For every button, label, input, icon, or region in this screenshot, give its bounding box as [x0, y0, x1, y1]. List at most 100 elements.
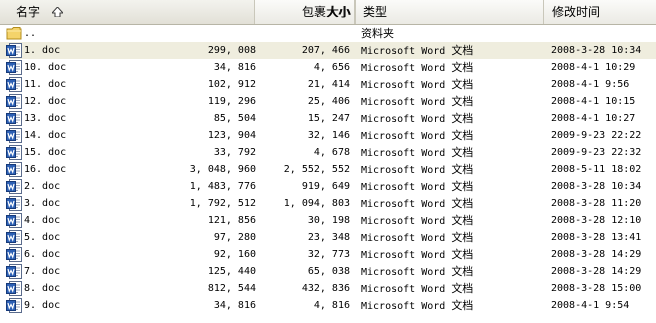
- file-name: 13. doc: [24, 113, 67, 124]
- list-item[interactable]: 10. doc 34, 816 4, 656 Microsoft Word 文档 200…: [0, 59, 656, 76]
- list-item[interactable]: 5. doc 97, 280 23, 348 Microsoft Word 文档 200…: [0, 229, 656, 246]
- file-modified-time: 2008-4-1 10:27: [551, 113, 636, 124]
- file-type: 资料夹: [361, 27, 394, 40]
- list-item[interactable]: 13. doc 85, 504 15, 247 Microsoft Word 文档 20…: [0, 110, 656, 127]
- column-header-packed[interactable]: 包裹大小: [255, 0, 355, 24]
- file-packed-size: 2, 552, 552: [283, 164, 350, 175]
- file-type-app: Microsoft Word: [361, 199, 452, 210]
- file-type-kind: 文档: [451, 180, 474, 193]
- word-doc-icon: [6, 128, 22, 143]
- list-item[interactable]: 16. doc 3, 048, 960 2, 552, 552 Microsoft W…: [0, 161, 656, 178]
- file-packed-size: 32, 146: [307, 130, 350, 141]
- list-item[interactable]: 7. doc 125, 440 65, 038 Microsoft Word 文档 20…: [0, 263, 656, 280]
- file-type-app: Microsoft Word: [361, 250, 452, 261]
- file-type-app: Microsoft Word: [361, 216, 452, 227]
- file-size: 125, 440: [207, 266, 256, 277]
- file-type: Microsoft Word 文档: [361, 263, 473, 280]
- list-item[interactable]: 1. doc 299, 008 207, 466 Microsoft Word 文档 2…: [0, 42, 656, 59]
- file-type-kind: 文档: [451, 282, 474, 295]
- word-doc-icon: [6, 94, 22, 109]
- column-header-mtime-label: 修改时间: [552, 5, 601, 19]
- word-doc-icon: [6, 230, 22, 245]
- list-item[interactable]: 2. doc 1, 483, 776 919, 649 Microsoft Word …: [0, 178, 656, 195]
- file-name: 10. doc: [24, 62, 67, 73]
- file-size: 1, 483, 776: [189, 181, 256, 192]
- folder-icon: [6, 26, 22, 41]
- file-packed-size: 207, 466: [301, 45, 350, 56]
- file-modified-time: 2008-3-28 11:20: [551, 198, 642, 209]
- file-size: 33, 792: [213, 147, 256, 158]
- file-type-app: Microsoft Word: [361, 63, 452, 74]
- file-type-app: Microsoft Word: [361, 97, 452, 108]
- file-packed-size: 15, 247: [307, 113, 350, 124]
- file-packed-size: 65, 038: [307, 266, 350, 277]
- file-modified-time: 2008-3-28 12:10: [551, 215, 642, 226]
- file-name: ..: [24, 28, 37, 39]
- word-doc-icon: [6, 247, 22, 262]
- file-type-app: Microsoft Word: [361, 46, 452, 57]
- file-modified-time: 2008-3-28 14:29: [551, 266, 642, 277]
- file-type-kind: 文档: [451, 44, 474, 57]
- list-item[interactable]: 3. doc 1, 792, 512 1, 094, 803 Microsoft Wo…: [0, 195, 656, 212]
- file-type-kind: 文档: [451, 129, 474, 142]
- file-type-app: Microsoft Word: [361, 301, 452, 312]
- word-doc-icon: [6, 264, 22, 279]
- list-item[interactable]: 12. doc 119, 296 25, 406 Microsoft Word 文档 2…: [0, 93, 656, 110]
- column-header-type[interactable]: 类型: [355, 0, 544, 24]
- list-item-parent-folder[interactable]: .. 资料夹: [0, 25, 656, 42]
- list-item[interactable]: 15. doc 33, 792 4, 678 Microsoft Word 文档 200…: [0, 144, 656, 161]
- list-item[interactable]: 11. doc 102, 912 21, 414 Microsoft Word 文档 2…: [0, 76, 656, 93]
- file-modified-time: 2008-3-28 13:41: [551, 232, 642, 243]
- file-packed-size: 4, 656: [313, 62, 350, 73]
- file-name: 9. doc: [24, 300, 61, 311]
- file-type: Microsoft Word 文档: [361, 59, 473, 76]
- file-type: Microsoft Word 文档: [361, 42, 473, 59]
- list-item[interactable]: 9. doc 34, 816 4, 816 Microsoft Word 文档 2008…: [0, 297, 656, 314]
- word-doc-icon: [6, 298, 22, 313]
- file-name: 8. doc: [24, 283, 61, 294]
- file-packed-size: 4, 678: [313, 147, 350, 158]
- file-list-window: 名字 大小 包裹大小 类型 修改时间 .. 资料夹 1. doc 299, 00…: [0, 0, 656, 323]
- list-item[interactable]: 6. doc 92, 160 32, 773 Microsoft Word 文档 200…: [0, 246, 656, 263]
- word-doc-icon: [6, 43, 22, 58]
- file-type: Microsoft Word 文档: [361, 178, 473, 195]
- file-modified-time: 2008-3-28 15:00: [551, 283, 642, 294]
- file-name: 2. doc: [24, 181, 61, 192]
- column-header-mtime[interactable]: 修改时间: [544, 0, 656, 24]
- file-type: Microsoft Word 文档: [361, 280, 473, 297]
- file-type-kind: 文档: [451, 197, 474, 210]
- file-size: 34, 816: [213, 300, 256, 311]
- file-type-kind: 文档: [451, 78, 474, 91]
- file-modified-time: 2008-3-28 14:29: [551, 249, 642, 260]
- word-doc-icon: [6, 145, 22, 160]
- file-name: 11. doc: [24, 79, 67, 90]
- file-name: 3. doc: [24, 198, 61, 209]
- column-header-packed-label: 包裹大小: [301, 5, 350, 19]
- file-size: 34, 816: [213, 62, 256, 73]
- file-modified-time: 2008-4-1 10:15: [551, 96, 636, 107]
- file-packed-size: 432, 836: [301, 283, 350, 294]
- column-header-bar: 名字 大小 包裹大小 类型 修改时间: [0, 0, 656, 25]
- word-doc-icon: [6, 196, 22, 211]
- file-size: 3, 048, 960: [189, 164, 256, 175]
- file-type-kind: 文档: [451, 61, 474, 74]
- file-name: 7. doc: [24, 266, 61, 277]
- column-header-name[interactable]: 名字: [0, 0, 255, 24]
- file-packed-size: 919, 649: [301, 181, 350, 192]
- list-item[interactable]: 8. doc 812, 544 432, 836 Microsoft Word 文档 2…: [0, 280, 656, 297]
- file-modified-time: 2008-5-11 18:02: [551, 164, 642, 175]
- file-type-kind: 文档: [451, 248, 474, 261]
- file-modified-time: 2008-4-1 10:29: [551, 62, 636, 73]
- file-type-kind: 文档: [451, 299, 474, 312]
- file-modified-time: 2009-9-23 22:32: [551, 147, 642, 158]
- file-size: 92, 160: [213, 249, 256, 260]
- file-modified-time: 2008-4-1 9:56: [551, 79, 630, 90]
- list-item[interactable]: 4. doc 121, 856 30, 198 Microsoft Word 文档 20…: [0, 212, 656, 229]
- word-doc-icon: [6, 213, 22, 228]
- file-type-app: Microsoft Word: [361, 284, 452, 295]
- list-item[interactable]: 14. doc 123, 904 32, 146 Microsoft Word 文档 2…: [0, 127, 656, 144]
- file-type-app: Microsoft Word: [361, 182, 452, 193]
- file-type: Microsoft Word 文档: [361, 212, 473, 229]
- word-doc-icon: [6, 60, 22, 75]
- word-doc-icon: [6, 179, 22, 194]
